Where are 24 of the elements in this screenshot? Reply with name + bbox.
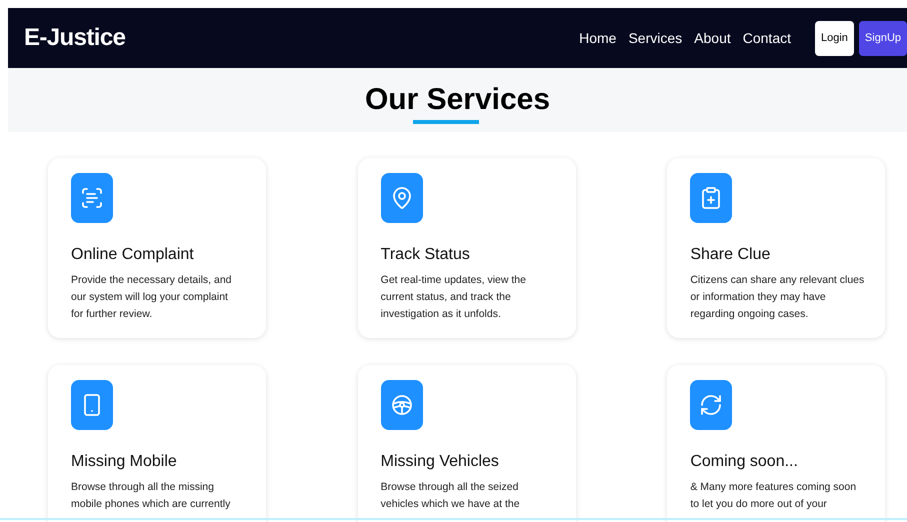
service-description: Browse through all the missing mobile phones which are currently	[71, 480, 232, 512]
service-title: Share Clue	[690, 245, 772, 265]
service-description: Browse through all the seized vehicles which we have at the	[380, 480, 521, 512]
signup-button[interactable]: SignUp	[858, 20, 907, 56]
service-title: Missing Vehicles	[380, 452, 500, 472]
document-icon	[80, 186, 104, 210]
service-description: Get real-time updates, view the current status, and track the investigation as it unfolds.	[380, 273, 527, 322]
brand-logo[interactable]: E-Justice	[24, 20, 126, 56]
service-description: Citizens can share any relevant clues or information they may have regarding ongoing cases.	[690, 273, 866, 322]
nav-link[interactable]: About	[694, 28, 731, 48]
service-title: Online Complaint	[71, 245, 195, 265]
service-title: Track Status	[380, 245, 471, 265]
nav-link[interactable]: Services	[628, 28, 682, 48]
refresh-icon	[699, 393, 724, 417]
service-description: Provide the necessary details, and our system will log your complaint for further review.	[71, 273, 233, 322]
nav-link[interactable]: Home	[579, 28, 616, 48]
page-heading: Our Services	[364, 82, 550, 118]
nav-link[interactable]: Contact	[742, 28, 791, 48]
steering-wheel-icon	[390, 393, 414, 417]
service-description: & Many more features coming soon to let you do more out of your	[690, 480, 858, 512]
service-title: Missing Mobile	[71, 452, 178, 472]
heading-underline	[412, 120, 478, 124]
login-button[interactable]: Login	[815, 20, 854, 56]
service-title: Coming soon...	[690, 452, 799, 472]
